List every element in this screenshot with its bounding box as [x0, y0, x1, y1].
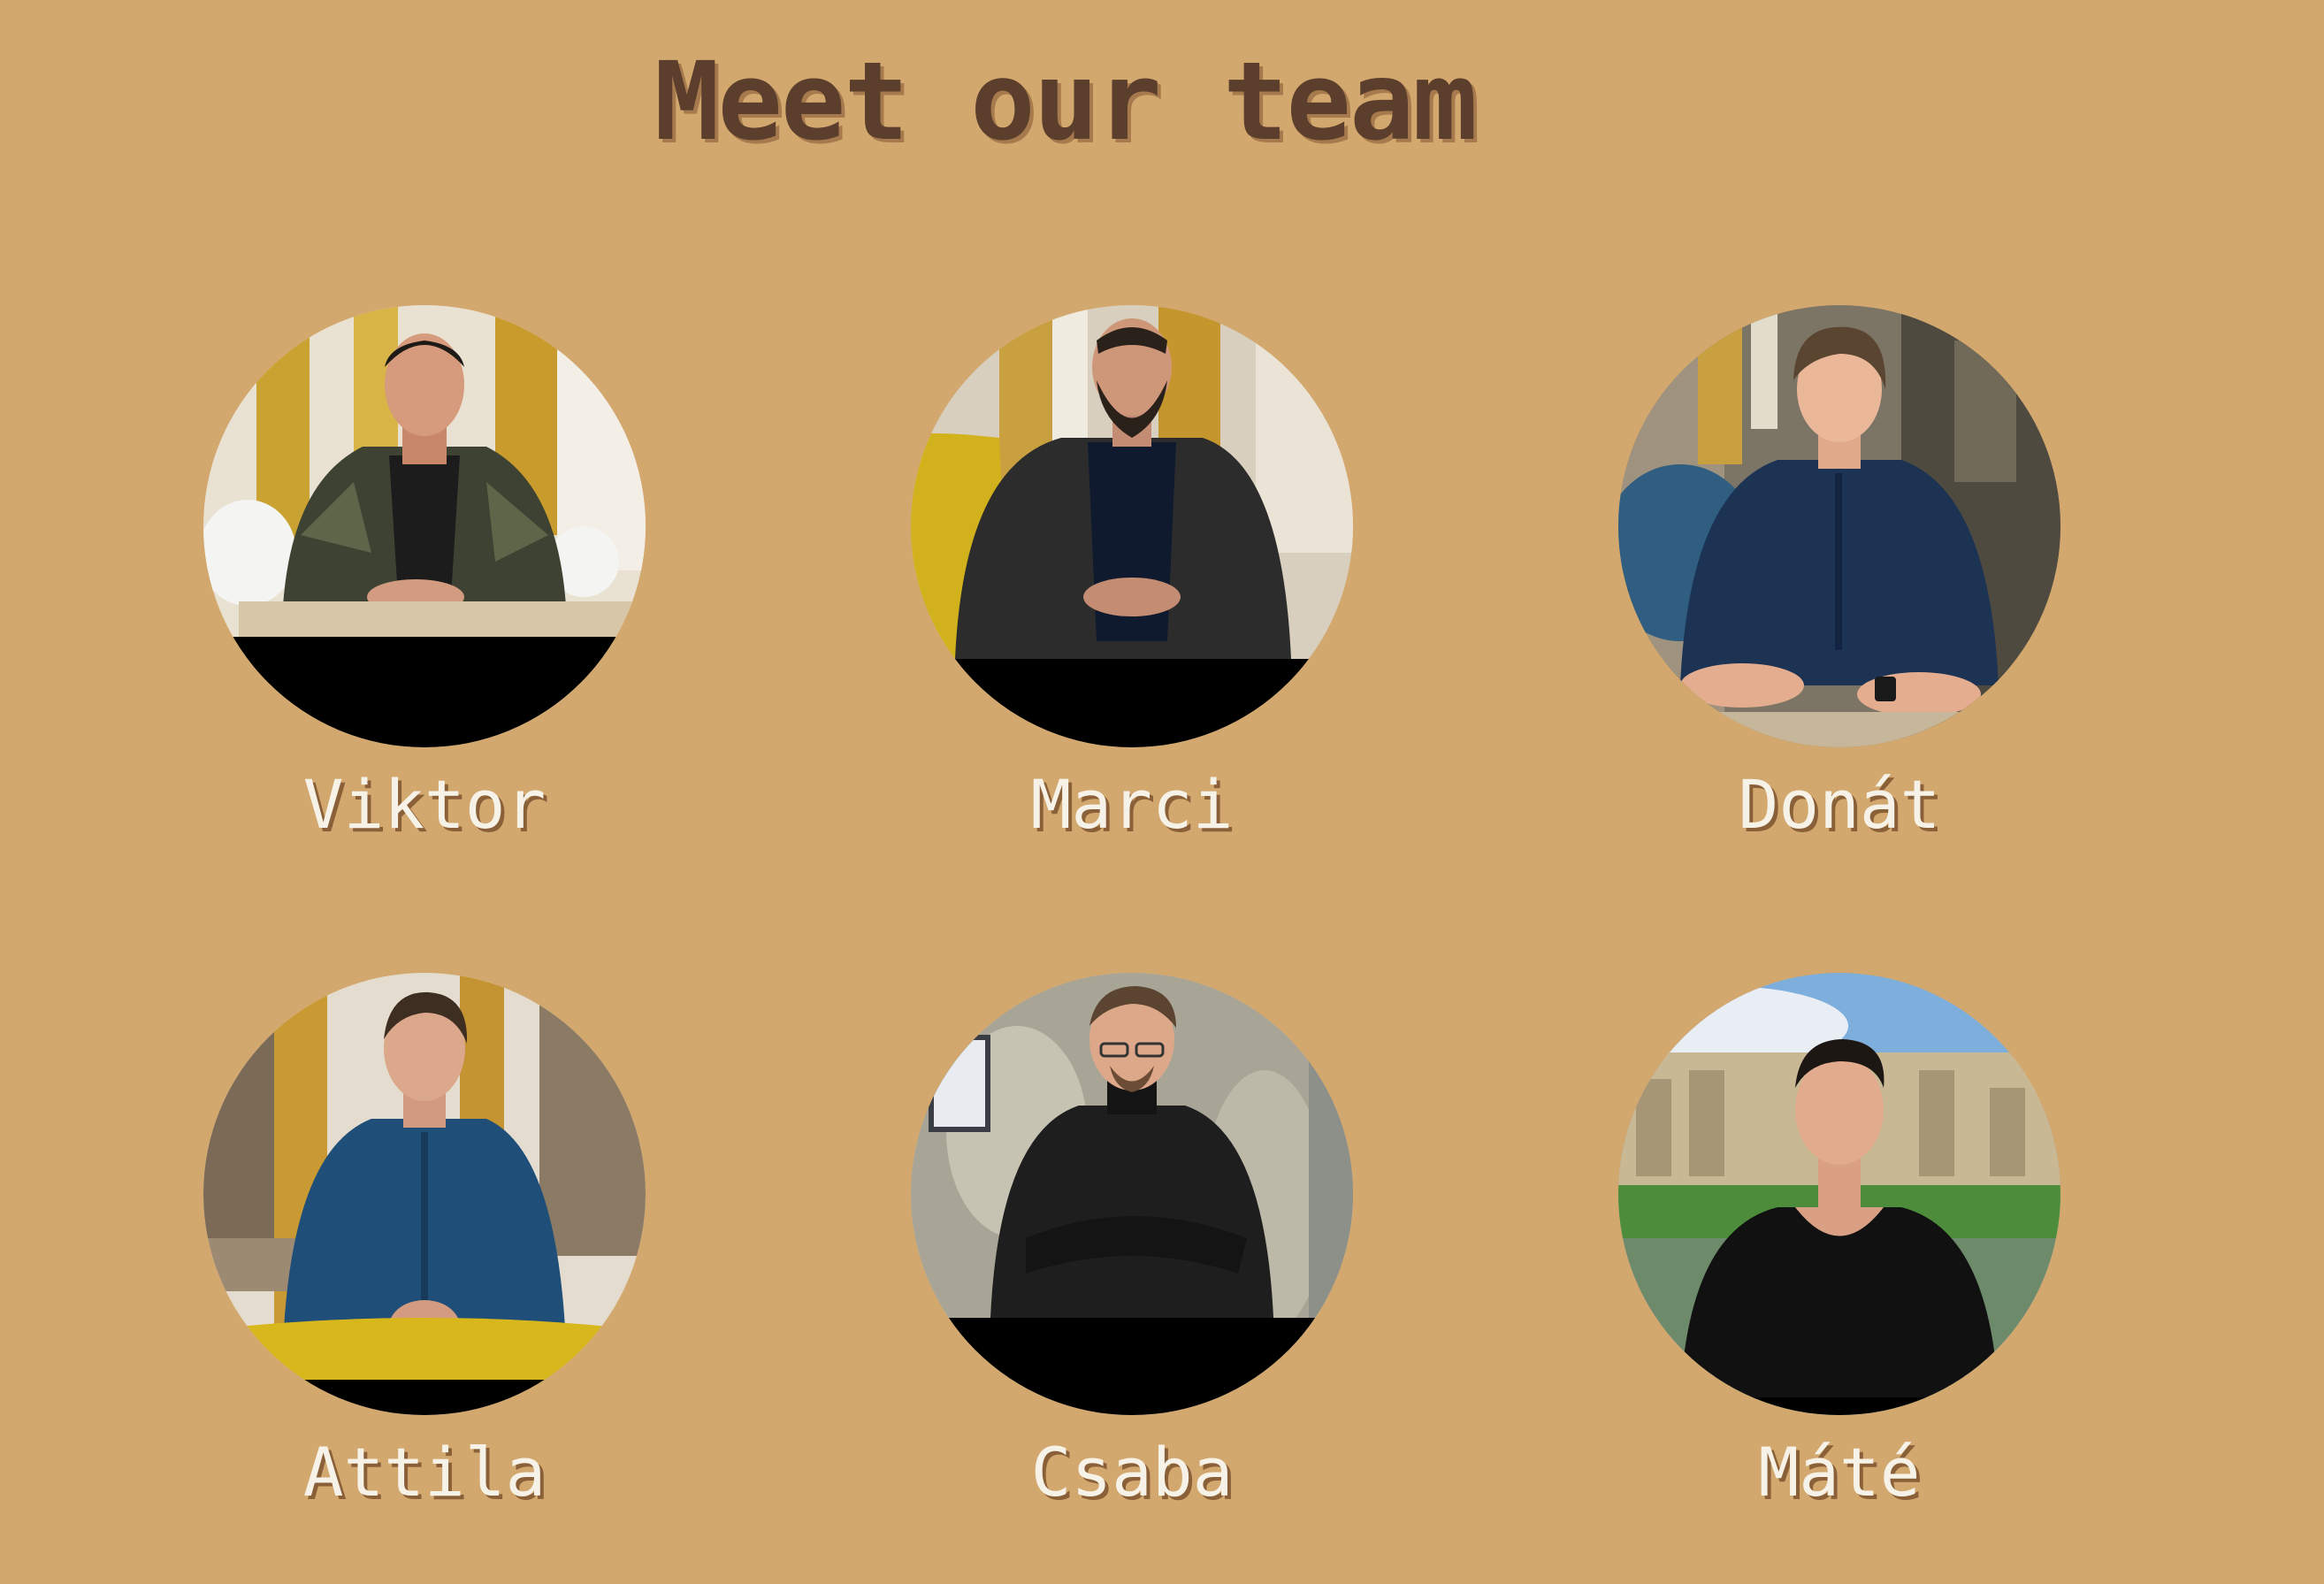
member-photo	[911, 973, 1353, 1415]
member-photo	[203, 305, 646, 747]
member-name: Attila	[302, 1433, 547, 1511]
member-photo	[911, 305, 1353, 747]
page-title: Meet our team	[654, 39, 1478, 165]
member-name: Donát	[1738, 765, 1941, 844]
member-name: Csaba	[1030, 1433, 1234, 1511]
team-member-card: Máté	[1618, 973, 2060, 1512]
team-member-card: Csaba	[911, 973, 1353, 1512]
team-member-card: Marci	[911, 305, 1353, 845]
member-photo	[203, 973, 646, 1415]
team-member-card: Viktor	[203, 305, 646, 845]
member-photo	[1618, 973, 2060, 1415]
team-member-card: Donát	[1618, 305, 2060, 845]
member-name: Máté	[1758, 1433, 1921, 1511]
member-name: Viktor	[302, 765, 547, 844]
member-name: Marci	[1030, 765, 1234, 844]
team-member-card: Attila	[203, 973, 646, 1512]
member-photo	[1618, 305, 2060, 747]
